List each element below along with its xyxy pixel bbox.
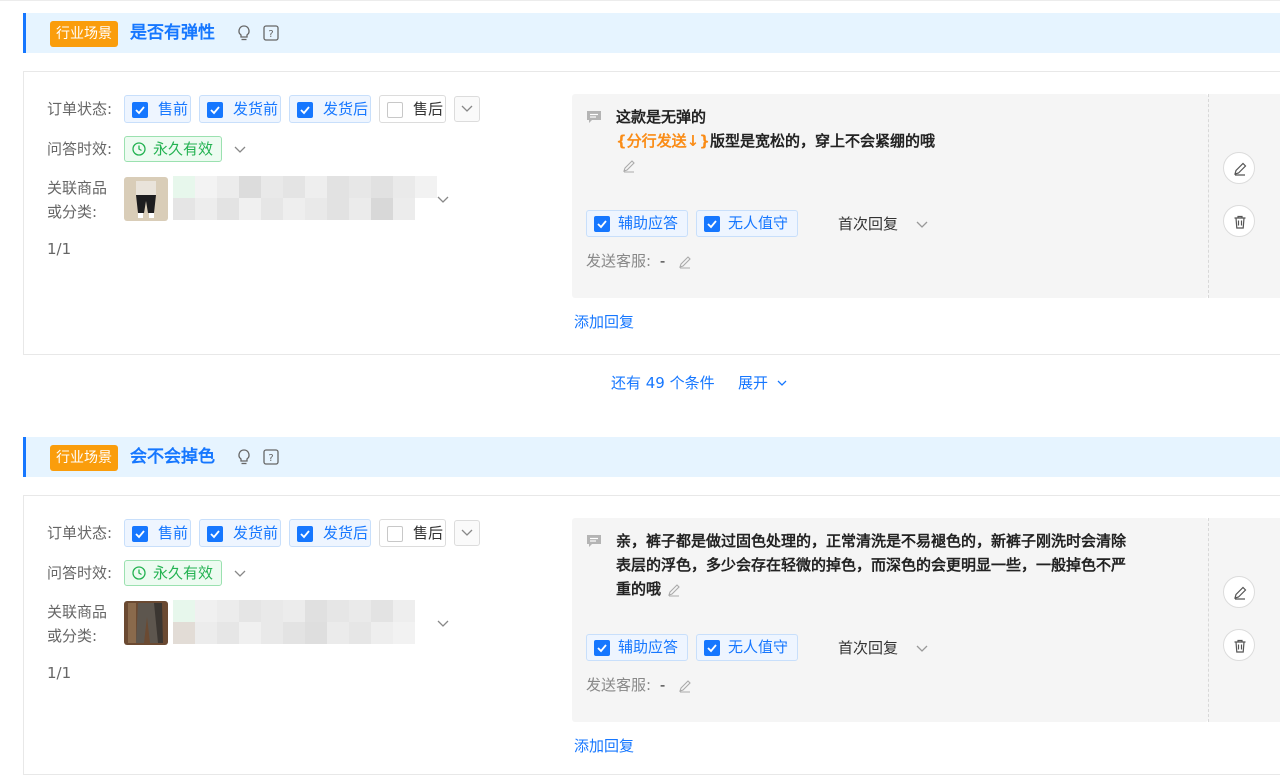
assist-reply-checkbox[interactable]: 辅助应答: [586, 634, 689, 661]
status-checkbox-presale[interactable]: 售前: [124, 519, 191, 547]
unattended-checkbox[interactable]: 无人值守: [696, 634, 799, 661]
chevron-down-icon[interactable]: [916, 645, 928, 653]
checkbox-checked-icon: [297, 102, 313, 118]
more-conditions-bar: 还有 49 个条件 展开: [611, 372, 787, 393]
scene-header-2: 行业场景 会不会掉色 ?: [23, 437, 1280, 477]
blurred-product-name-2: [173, 622, 415, 644]
status-checkbox-aftersale[interactable]: 售后: [379, 519, 446, 547]
status-checkbox-presale[interactable]: 售前: [124, 95, 191, 123]
edit-icon: [1234, 586, 1247, 600]
edit-reply-button[interactable]: [1223, 152, 1255, 184]
assist-reply-checkbox[interactable]: 辅助应答: [586, 210, 689, 237]
edit-pencil-icon[interactable]: [622, 159, 636, 173]
checkbox-unchecked-icon: [387, 102, 403, 118]
product-label-line2: 或分类:: [47, 203, 98, 221]
validity-label: 问答时效:: [47, 564, 113, 582]
clock-icon: [132, 566, 146, 580]
first-reply-select[interactable]: 首次回复: [838, 212, 898, 236]
checkbox-checked-icon: [207, 526, 223, 542]
send-agent-row: 发送客服: -: [586, 673, 692, 697]
status-checkbox-before-ship[interactable]: 发货前: [199, 519, 281, 547]
checkbox-checked-icon: [594, 216, 610, 232]
trash-icon: [1234, 215, 1246, 229]
validity-dropdown-chevron-icon[interactable]: [234, 570, 246, 578]
more-conditions-text: 还有 49 个条件: [611, 374, 715, 392]
lightbulb-icon[interactable]: [235, 24, 253, 42]
help-icon[interactable]: ?: [262, 448, 280, 466]
edit-icon: [1234, 162, 1247, 176]
edit-pencil-icon[interactable]: [667, 583, 681, 597]
validity-label: 问答时效:: [47, 140, 113, 158]
delete-reply-button[interactable]: [1223, 205, 1255, 237]
help-icon[interactable]: ?: [262, 24, 280, 42]
checkbox-checked-icon: [132, 102, 148, 118]
page-count: 1/1: [47, 664, 72, 682]
expand-conditions-button[interactable]: 展开: [738, 372, 787, 393]
product-thumbnail[interactable]: [124, 601, 168, 645]
product-thumbnail[interactable]: [124, 177, 168, 221]
lightbulb-icon[interactable]: [235, 448, 253, 466]
product-dropdown-chevron-icon[interactable]: [437, 620, 449, 628]
send-agent-row: 发送客服: -: [586, 249, 692, 273]
svg-text:?: ?: [268, 453, 273, 464]
edit-reply-button[interactable]: [1223, 576, 1255, 608]
checkbox-checked-icon: [594, 640, 610, 656]
chevron-down-icon[interactable]: [916, 221, 928, 229]
order-status-label: 订单状态:: [47, 524, 113, 542]
top-divider: [0, 0, 1280, 1]
checkbox-unchecked-icon: [387, 526, 403, 542]
svg-text:?: ?: [268, 29, 273, 40]
checkbox-checked-icon: [704, 216, 720, 232]
product-dropdown-chevron-icon[interactable]: [437, 196, 449, 204]
send-split-variable: {分行发送↓}: [616, 132, 710, 150]
checkbox-checked-icon: [297, 526, 313, 542]
add-reply-link[interactable]: 添加回复: [574, 311, 634, 332]
reply-panel-2: 亲，裤子都是做过固色处理的，正常清洗是不易褪色的，新裤子刚洗时会清除 表层的浮色…: [572, 518, 1208, 722]
checkbox-checked-icon: [132, 526, 148, 542]
scene-title: 会不会掉色: [130, 447, 215, 467]
page-count: 1/1: [47, 240, 72, 258]
edit-pencil-icon[interactable]: [678, 255, 692, 269]
chevron-down-icon: [777, 380, 787, 386]
first-reply-select[interactable]: 首次回复: [838, 636, 898, 660]
product-label-line1: 关联商品: [47, 179, 108, 197]
checkbox-checked-icon: [207, 102, 223, 118]
status-checkbox-after-ship[interactable]: 发货后: [289, 95, 371, 123]
delete-reply-button[interactable]: [1223, 629, 1255, 661]
industry-scene-tag: 行业场景: [50, 445, 118, 471]
scene-title: 是否有弹性: [130, 23, 215, 43]
status-checkbox-before-ship[interactable]: 发货前: [199, 95, 281, 123]
reply-panel-1: 这款是无弹的 {分行发送↓}版型是宽松的，穿上不会紧绷的哦 辅助应答 无人值守 …: [572, 94, 1208, 298]
industry-scene-tag: 行业场景: [50, 21, 118, 47]
reply-actions-2: [1208, 518, 1280, 722]
blurred-product-name-2: [173, 198, 415, 220]
clock-icon: [132, 142, 146, 156]
checkbox-checked-icon: [704, 640, 720, 656]
status-expand-button[interactable]: [454, 520, 480, 546]
order-status-label: 订单状态:: [47, 100, 113, 118]
message-icon: [587, 111, 601, 123]
chevron-down-icon: [461, 529, 473, 536]
validity-tag[interactable]: 永久有效: [124, 136, 223, 162]
add-reply-link[interactable]: 添加回复: [574, 735, 634, 756]
trash-icon: [1234, 639, 1246, 653]
reply-actions-1: [1208, 94, 1280, 298]
scene-header-1: 行业场景 是否有弹性 ?: [23, 13, 1280, 53]
reply-text[interactable]: 这款是无弹的 {分行发送↓}版型是宽松的，穿上不会紧绷的哦: [616, 105, 935, 177]
blurred-product-name: [173, 176, 437, 198]
status-checkbox-aftersale[interactable]: 售后: [379, 95, 446, 123]
chevron-down-icon: [461, 105, 473, 112]
validity-tag[interactable]: 永久有效: [124, 560, 223, 586]
product-label-line1: 关联商品: [47, 603, 108, 621]
product-label-line2: 或分类:: [47, 627, 98, 645]
reply-text[interactable]: 亲，裤子都是做过固色处理的，正常清洗是不易褪色的，新裤子刚洗时会清除 表层的浮色…: [616, 529, 1126, 601]
message-icon: [587, 535, 601, 547]
edit-pencil-icon[interactable]: [678, 679, 692, 693]
blurred-product-name: [173, 600, 415, 622]
status-expand-button[interactable]: [454, 96, 480, 122]
status-checkbox-after-ship[interactable]: 发货后: [289, 519, 371, 547]
validity-dropdown-chevron-icon[interactable]: [234, 146, 246, 154]
unattended-checkbox[interactable]: 无人值守: [696, 210, 799, 237]
